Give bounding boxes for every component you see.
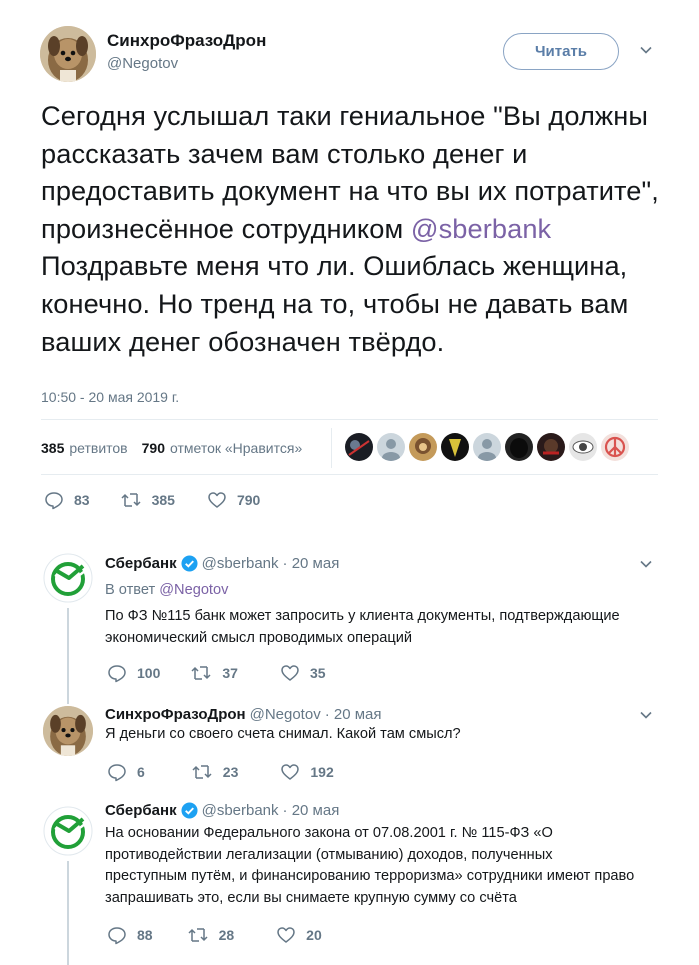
retweet-button[interactable]: 23 — [191, 762, 239, 782]
author-avatar[interactable] — [40, 26, 96, 82]
reply-button[interactable]: 88 — [107, 925, 153, 945]
reply-button[interactable]: 83 — [44, 490, 90, 510]
thread-line — [67, 861, 69, 965]
liker-avatar[interactable] — [345, 433, 373, 461]
tweet-text: Сегодня услышал таки гениальное "Вы долж… — [41, 97, 661, 360]
reply-date[interactable]: · 20 мая — [283, 555, 340, 572]
reply-header: Сбербанк @sberbank · 20 мая — [105, 555, 339, 572]
divider — [331, 428, 332, 468]
retweet-icon — [191, 666, 211, 680]
liker-avatar[interactable] — [409, 433, 437, 461]
retweet-count: 28 — [218, 927, 235, 943]
follow-button[interactable]: Читать — [503, 33, 619, 70]
retweet-count: 37 — [222, 665, 238, 681]
mention-link[interactable]: @sberbank — [411, 213, 551, 244]
reply-author-handle[interactable]: @sberbank — [202, 555, 279, 572]
author-avatar[interactable] — [43, 706, 93, 756]
liker-avatar[interactable] — [377, 433, 405, 461]
like-button[interactable]: 790 — [207, 490, 260, 510]
like-count-label[interactable]: отметок «Нравится» — [170, 440, 302, 456]
liker-avatar[interactable] — [505, 433, 533, 461]
author-name[interactable]: СинхроФразоДрон — [107, 31, 266, 51]
reply-to-line: В ответ @Negotov — [105, 582, 228, 598]
sberbank-avatar[interactable] — [43, 806, 93, 856]
chevron-down-icon[interactable] — [639, 43, 653, 57]
liker-avatar[interactable] — [569, 433, 597, 461]
reply-text: По ФЗ №115 банк может запросить у клиент… — [105, 608, 620, 646]
verified-icon — [181, 802, 198, 819]
divider — [41, 474, 658, 475]
like-count: 192 — [310, 764, 334, 780]
heart-icon — [208, 492, 226, 508]
tweet-stats: 385 ретвитов 790 отметок «Нравится» — [41, 438, 302, 458]
reply-author-handle[interactable]: @sberbank — [202, 802, 279, 819]
reply-date[interactable]: · 20 мая — [325, 706, 382, 723]
tweet-text-start: Сегодня услышал таки гениальное "Вы долж… — [41, 100, 659, 244]
liker-avatar[interactable] — [537, 433, 565, 461]
retweet-button[interactable]: 37 — [190, 663, 238, 683]
like-count[interactable]: 790 — [142, 440, 165, 456]
reply-button[interactable]: 100 — [107, 663, 160, 683]
liker-avatar[interactable] — [473, 433, 501, 461]
reply-icon — [108, 665, 126, 683]
reply-actions: 88 28 20 — [107, 925, 322, 945]
retweet-icon — [121, 493, 141, 507]
reply-count: 83 — [74, 492, 90, 508]
reply-header: СинхроФразоДрон @Negotov · 20 мая — [105, 706, 382, 723]
reply-date[interactable]: · 20 мая — [283, 802, 340, 819]
tweet-text-end: Поздравьте меня что ли. Ошиблась женщина… — [41, 250, 629, 357]
retweet-action-count: 385 — [151, 492, 175, 508]
reply-count: 100 — [137, 665, 161, 681]
reply-actions: 6 23 192 — [107, 762, 334, 782]
reply-button[interactable]: 6 — [107, 762, 145, 782]
reply-count: 88 — [137, 927, 153, 943]
heart-icon — [277, 927, 295, 943]
liker-avatars — [345, 433, 633, 461]
like-action-count: 790 — [236, 492, 261, 508]
reply-text: На основании Федерального закона от 07.0… — [105, 825, 635, 906]
reply-header: Сбербанк @sberbank · 20 мая — [105, 802, 339, 819]
retweet-count[interactable]: 385 — [41, 440, 64, 456]
chevron-down-icon[interactable] — [639, 557, 653, 571]
liker-avatar[interactable] — [441, 433, 469, 461]
tweet-timestamp[interactable]: 10:50 - 20 мая 2019 г. — [41, 389, 179, 405]
reply-icon — [108, 764, 126, 782]
tweet-actions: 83 385 790 — [44, 490, 260, 510]
retweet-icon — [188, 928, 208, 942]
chevron-down-icon[interactable] — [639, 708, 653, 722]
reply-to-label: В ответ — [105, 582, 160, 598]
reply-author-name[interactable]: Сбербанк — [105, 802, 177, 819]
heart-icon — [281, 764, 300, 780]
like-button[interactable]: 20 — [276, 925, 322, 945]
reply-icon — [108, 927, 126, 945]
liker-avatar[interactable] — [601, 433, 629, 461]
reply-icon — [45, 492, 63, 510]
verified-icon — [181, 555, 198, 572]
like-count: 35 — [309, 665, 326, 681]
reply-text: Я деньги со своего счета снимал. Какой т… — [105, 726, 461, 742]
like-button[interactable]: 35 — [280, 663, 326, 683]
retweet-button[interactable]: 28 — [187, 925, 235, 945]
divider — [41, 419, 658, 420]
reply-author-handle[interactable]: @Negotov — [250, 706, 321, 723]
heart-icon — [281, 665, 299, 681]
author-handle[interactable]: @Negotov — [107, 55, 178, 72]
reply-author-name[interactable]: СинхроФразоДрон — [105, 706, 246, 723]
reply-author-name[interactable]: Сбербанк — [105, 555, 177, 572]
retweet-button[interactable]: 385 — [120, 490, 175, 510]
like-button[interactable]: 192 — [280, 762, 334, 782]
reply-to-mention[interactable]: @Negotov — [159, 582, 228, 598]
reply-count: 6 — [137, 764, 145, 780]
retweet-icon — [192, 765, 212, 779]
sberbank-avatar[interactable] — [43, 553, 93, 603]
retweet-count: 23 — [222, 764, 239, 780]
retweet-count-label[interactable]: ретвитов — [69, 440, 127, 456]
thread-line — [67, 608, 69, 704]
reply-actions: 100 37 35 — [107, 663, 326, 683]
like-count: 20 — [306, 927, 322, 943]
